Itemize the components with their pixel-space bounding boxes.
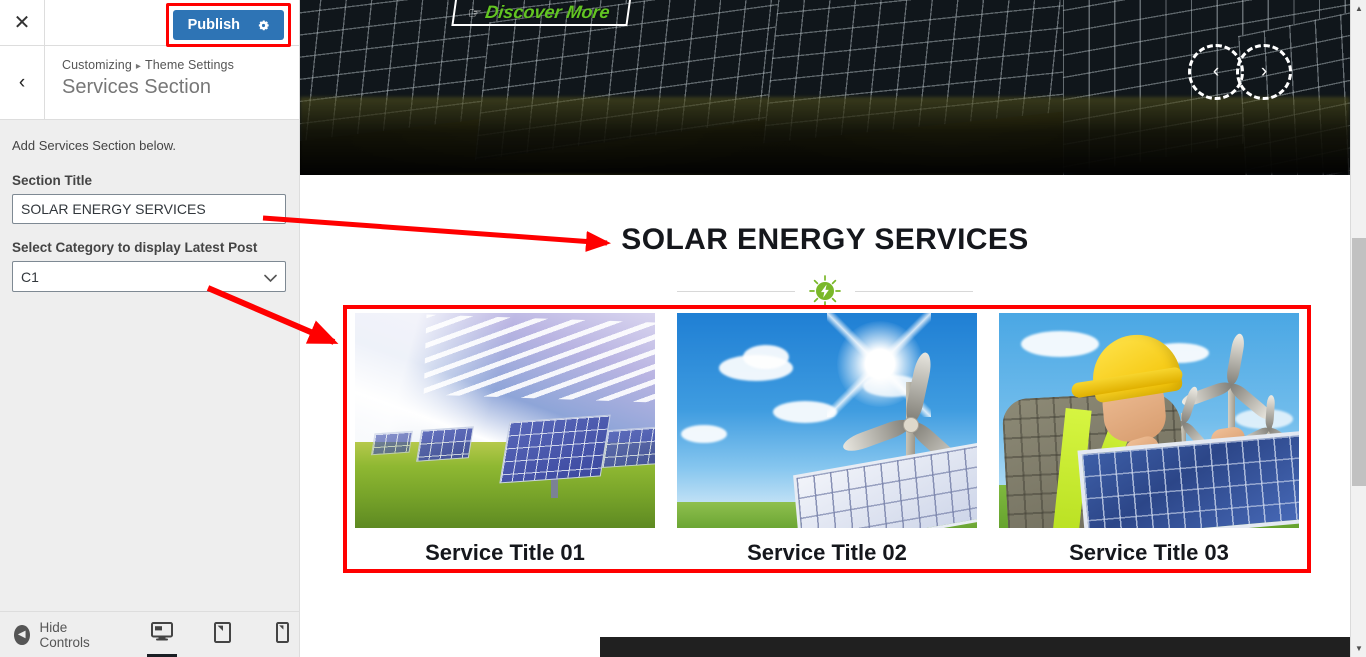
- lightning-bolt-badge-icon: [809, 275, 841, 307]
- service-card[interactable]: Service Title 01: [355, 313, 655, 566]
- scrollbar-thumb[interactable]: [1352, 238, 1366, 486]
- close-customizer-button[interactable]: ✕: [0, 0, 45, 45]
- device-mobile-button[interactable]: [265, 618, 299, 652]
- breadcrumb-root[interactable]: Customizing: [62, 58, 132, 72]
- slider-navigation: ‹ ›: [1188, 44, 1292, 100]
- scroll-down-button[interactable]: ▼: [1351, 640, 1366, 657]
- divider-line-left: [677, 290, 795, 292]
- services-section: SOLAR ENERGY SERVICES: [300, 175, 1350, 307]
- breadcrumb-parent[interactable]: Theme Settings: [145, 58, 234, 72]
- sky-streak-art: [423, 314, 655, 404]
- category-select-label: Select Category to display Latest Post: [12, 240, 258, 255]
- chevron-right-icon: ›: [1260, 61, 1268, 82]
- hide-controls-button[interactable]: ◀ Hide Controls: [14, 620, 103, 650]
- divider-line-right: [855, 290, 973, 292]
- cloud-art: [773, 401, 837, 423]
- publish-annotation-box: Publish: [165, 3, 291, 47]
- category-field-group: Select Category to display Latest Post: [12, 240, 287, 292]
- service-card[interactable]: Service Title 02: [677, 313, 977, 566]
- solar-panel-art: [601, 425, 655, 469]
- publish-button[interactable]: Publish: [172, 10, 284, 40]
- hide-controls-label: Hide Controls: [39, 619, 90, 650]
- service-card-image: [677, 313, 977, 528]
- service-card[interactable]: Service Title 03: [999, 313, 1299, 566]
- customizer-screen: ✕ Publish ‹ Customizing ▸ Theme Settings…: [0, 0, 1366, 657]
- section-title-input[interactable]: [12, 194, 286, 224]
- breadcrumb-separator-icon: ▸: [135, 61, 141, 72]
- solar-panel-art: [793, 440, 977, 528]
- services-section-title: SOLAR ENERGY SERVICES: [621, 223, 1029, 256]
- close-icon: ✕: [13, 12, 31, 34]
- back-button[interactable]: ‹: [0, 46, 45, 119]
- preview-footer-strip: [600, 637, 1350, 657]
- device-desktop-button[interactable]: [145, 618, 179, 657]
- slider-next-button[interactable]: ›: [1236, 44, 1292, 100]
- services-card-list: Service Title 01 Service Title 02 Servic…: [355, 313, 1301, 566]
- gear-icon[interactable]: [256, 18, 271, 33]
- service-card-title: Service Title 03: [1069, 540, 1229, 565]
- discover-more-label: Discover More: [484, 2, 611, 22]
- hero-foreground-grass: [300, 97, 1350, 175]
- mobile-icon: [275, 621, 289, 648]
- discover-more-button[interactable]: ☞ Discover More: [467, 2, 611, 23]
- chevron-left-icon: ‹: [1212, 61, 1220, 82]
- category-select-wrap: [12, 261, 286, 292]
- sidebar-breadcrumb-header: ‹ Customizing ▸ Theme Settings Services Se…: [0, 46, 299, 120]
- device-tablet-button[interactable]: [205, 618, 239, 652]
- desktop-icon: [151, 622, 173, 647]
- section-description: Add Services Section below.: [12, 138, 177, 153]
- breadcrumb: Customizing ▸ Theme Settings Services Sect…: [45, 46, 234, 119]
- service-card-title: Service Title 01: [425, 540, 585, 565]
- publish-label: Publish: [187, 17, 240, 33]
- sidebar-footer: ◀ Hide Controls: [0, 611, 299, 657]
- sidebar-body: Add Services Section below. Section Titl…: [0, 120, 299, 292]
- pointing-hand-icon: ☞: [466, 4, 483, 22]
- triangle-down-icon: ▼: [1355, 644, 1363, 653]
- chevron-left-icon: ‹: [18, 71, 26, 93]
- customizer-sidebar: ✕ Publish ‹ Customizing ▸ Theme Settings…: [0, 0, 300, 657]
- section-divider: [300, 275, 1350, 307]
- breadcrumb-trail: Customizing ▸ Theme Settings: [62, 58, 234, 72]
- solar-panel-art: [416, 426, 474, 462]
- triangle-up-icon: ▲: [1355, 4, 1363, 13]
- cloud-art: [743, 345, 789, 369]
- solar-panel-art: [370, 430, 414, 456]
- service-card-image: [999, 313, 1299, 528]
- cloud-art: [1021, 331, 1099, 357]
- turbine-hub-art: [903, 417, 919, 433]
- section-title-field-group: Section Title: [12, 173, 287, 224]
- page-scrollbar[interactable]: ▲ ▼: [1350, 0, 1366, 657]
- service-card-title: Service Title 02: [747, 540, 907, 565]
- cloud-art: [681, 425, 727, 443]
- device-preview-switcher: [145, 618, 299, 657]
- arrow-left-circle-icon: ◀: [14, 624, 30, 645]
- sidebar-header: ✕ Publish: [0, 0, 299, 47]
- site-preview: ☞ Discover More ‹ › SOLAR ENERGY SERVICE…: [300, 0, 1350, 657]
- section-title-label: Section Title: [12, 173, 93, 188]
- tablet-icon: [213, 621, 231, 648]
- hero-slider: ☞ Discover More ‹ ›: [300, 0, 1350, 175]
- service-card-image: [355, 313, 655, 528]
- category-select[interactable]: [12, 261, 286, 292]
- page-title: Services Section: [62, 76, 211, 98]
- scroll-up-button[interactable]: ▲: [1351, 0, 1366, 17]
- solar-panel-art: [499, 414, 611, 484]
